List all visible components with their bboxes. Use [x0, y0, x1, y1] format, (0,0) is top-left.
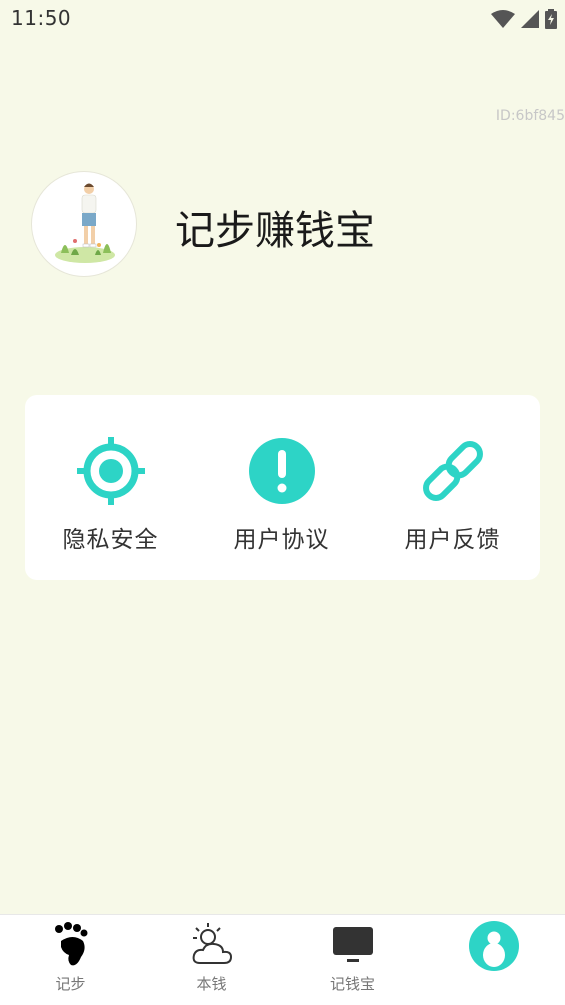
menu-item-user-agreement[interactable]: 用户协议 — [196, 395, 367, 580]
nav-item-steps[interactable]: 记步 — [0, 915, 141, 1005]
nav-label: 记步 — [55, 975, 86, 993]
weather-icon — [192, 923, 232, 964]
footprint-icon — [54, 922, 87, 966]
menu-item-label: 用户协议 — [233, 527, 330, 553]
avatar[interactable] — [32, 172, 136, 276]
menu-item-label: 用户反馈 — [404, 527, 501, 553]
status-icons — [491, 9, 557, 29]
menu-item-privacy[interactable]: 隐私安全 — [25, 395, 196, 580]
status-bar: 11:50 — [0, 0, 565, 40]
battery-icon — [545, 9, 557, 29]
menu-item-feedback[interactable]: 用户反馈 — [367, 395, 538, 580]
profile-icon — [469, 921, 519, 971]
wifi-icon — [491, 10, 515, 28]
menu-item-label: 隐私安全 — [62, 527, 159, 553]
nav-label: 记钱宝 — [329, 975, 375, 993]
nav-item-profile[interactable] — [424, 915, 565, 1005]
user-id-label: ID:6bf845 — [495, 108, 565, 124]
avatar-illustration — [35, 175, 133, 273]
nav-item-money-treasure[interactable]: 记钱宝 — [282, 915, 423, 1005]
nav-item-capital[interactable]: 本钱 — [141, 915, 282, 1005]
nav-label: 本钱 — [196, 975, 227, 993]
status-time: 11:50 — [11, 6, 72, 30]
link-icon — [422, 441, 483, 501]
bottom-nav: 记步 本钱 记钱宝 — [0, 914, 565, 1005]
app-title: 记步赚钱宝 — [175, 208, 375, 254]
exclamation-icon — [248, 438, 315, 504]
target-icon — [76, 437, 145, 505]
monitor-icon — [332, 927, 373, 962]
menu-card: 隐私安全 用户协议 用户反馈 — [25, 395, 540, 580]
cellular-signal-icon — [521, 10, 539, 28]
